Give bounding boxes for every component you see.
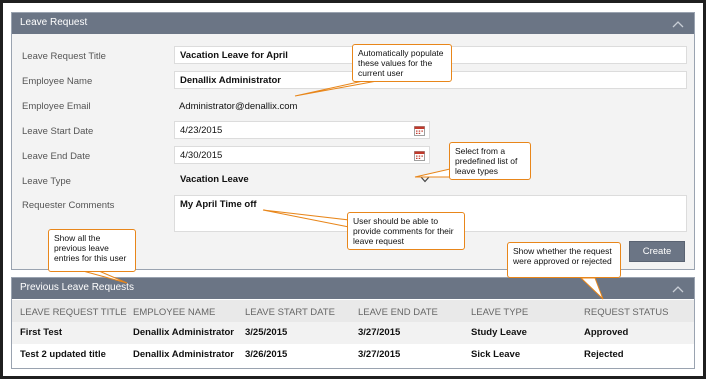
callout-request-status: Show whether the request were approved o…	[507, 242, 621, 278]
callout-pointer-status	[579, 277, 604, 300]
callout-pointer-comments	[262, 209, 350, 228]
callout-autopopulate: Automatically populate these values for …	[352, 44, 452, 82]
callout-leave-types: Select from a predefined list of leave t…	[449, 142, 531, 180]
callout-pointer-leave-types	[414, 168, 451, 178]
callout-pointer-previous	[82, 270, 128, 284]
callout-comments: User should be able to provide comments …	[347, 212, 465, 250]
callout-pointer-autopopulate	[294, 80, 378, 97]
callout-previous-entries: Show all the previous leave entries for …	[48, 229, 136, 272]
screen-frame: Leave Request Leave Request Title Vacati…	[3, 3, 703, 376]
